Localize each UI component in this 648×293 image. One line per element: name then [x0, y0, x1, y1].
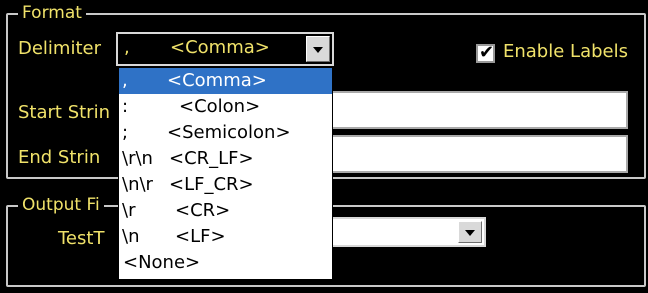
dropdown-button[interactable]	[306, 36, 330, 62]
delimiter-option[interactable]: , <Comma>	[119, 68, 332, 94]
option-name: <CR_LF>	[169, 148, 254, 169]
output-dropdown[interactable]	[330, 217, 486, 247]
option-code: \n	[122, 226, 140, 247]
delimiter-options-list: , <Comma>: <Colon>; <Semicolon> \r\n <CR_LF> \…	[118, 67, 333, 280]
delimiter-option[interactable]: : <Colon>	[119, 94, 332, 120]
enable-labels-label: Enable Labels	[503, 41, 628, 62]
delimiter-option[interactable]: <None>	[119, 250, 332, 276]
option-name: <Semicolon>	[167, 122, 291, 143]
delimiter-option[interactable]: \n\r <LF_CR>	[119, 172, 332, 198]
output-group-title: Output Fi	[18, 195, 104, 215]
option-code: \n\r	[122, 174, 153, 195]
option-name: <Comma>	[167, 70, 267, 91]
checkmark-icon: ✔	[479, 42, 495, 63]
delimiter-code: ,	[124, 37, 130, 58]
test-label: TestT	[58, 228, 105, 249]
end-string-label: End Strin	[18, 147, 101, 168]
delimiter-option[interactable]: ; <Semicolon>	[119, 120, 332, 146]
option-name: <None>	[123, 252, 201, 273]
enable-labels-checkbox[interactable]: ✔	[476, 42, 495, 63]
option-name: <CR>	[175, 200, 231, 221]
delimiter-option[interactable]: \r <CR>	[119, 198, 332, 224]
delimiter-label: Delimiter	[18, 38, 102, 59]
output-dropdown-button[interactable]	[458, 221, 482, 243]
chevron-down-icon	[465, 230, 475, 236]
option-code: :	[122, 96, 129, 117]
option-name: <LF>	[175, 226, 226, 247]
start-string-label: Start Strin	[18, 102, 110, 123]
option-name: <Colon>	[179, 96, 261, 117]
delimiter-option[interactable]: \r\n <CR_LF>	[119, 146, 332, 172]
delimiter-dropdown[interactable]: , <Comma>	[116, 32, 334, 66]
end-string-input[interactable]	[330, 135, 628, 173]
format-group-title: Format	[18, 3, 86, 23]
option-code: ;	[122, 122, 129, 143]
option-name: <LF_CR>	[169, 174, 254, 195]
option-code: \r	[122, 200, 136, 221]
delimiter-option[interactable]: \n <LF>	[119, 224, 332, 250]
format-settings-window: Format Delimiter , <Comma> ✔ Enable Labe…	[0, 0, 648, 293]
delimiter-name: <Comma>	[170, 37, 270, 58]
option-code: \r\n	[122, 148, 153, 169]
option-code: ,	[122, 70, 128, 91]
start-string-input[interactable]	[330, 91, 628, 129]
chevron-down-icon	[313, 47, 323, 53]
